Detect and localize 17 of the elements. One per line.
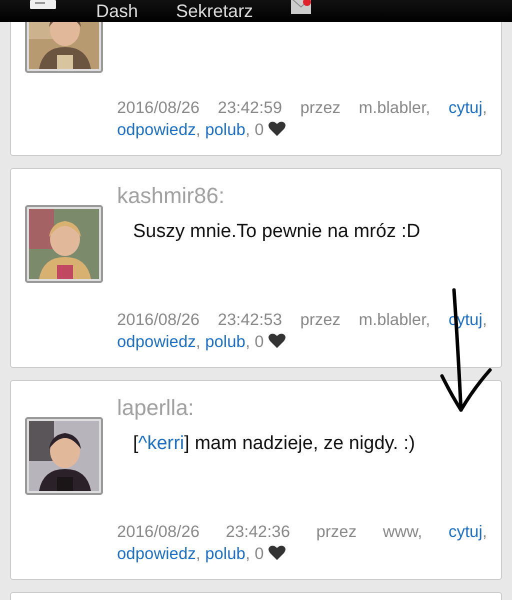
action-link[interactable]: odpowiedz [117,545,196,563]
nav-link[interactable]: Sekretarz [176,1,254,21]
username[interactable]: kashmir86: [117,183,487,209]
action-link[interactable]: odpowiedz [117,333,196,351]
action-link[interactable]: odpowiedz [117,121,196,139]
message-text: [^kerri] mam nadzieje, ze nigdy. :) [133,433,416,455]
action-link[interactable]: polub [205,333,246,351]
action-link[interactable]: cytuj [448,99,482,117]
action-link[interactable]: polub [205,121,246,139]
username[interactable]: laperlla: [117,395,487,421]
post-meta: 2016/08/26 23:42:59 przez m.blabler, cytuj, odpowiedz, polub, 0 [117,98,487,141]
post-meta: 2016/08/26 23:42:36 przez www, cytuj, odpowiedz, polub, 0 [117,522,487,565]
action-link[interactable]: cytuj [448,523,482,541]
action-link[interactable]: polub [205,545,246,563]
message-text: Suszy mnie.To pewnie na mróz :D [133,221,422,243]
mention-link[interactable]: ^kerri [138,433,184,454]
nav-link[interactable]: Dash [96,1,138,21]
